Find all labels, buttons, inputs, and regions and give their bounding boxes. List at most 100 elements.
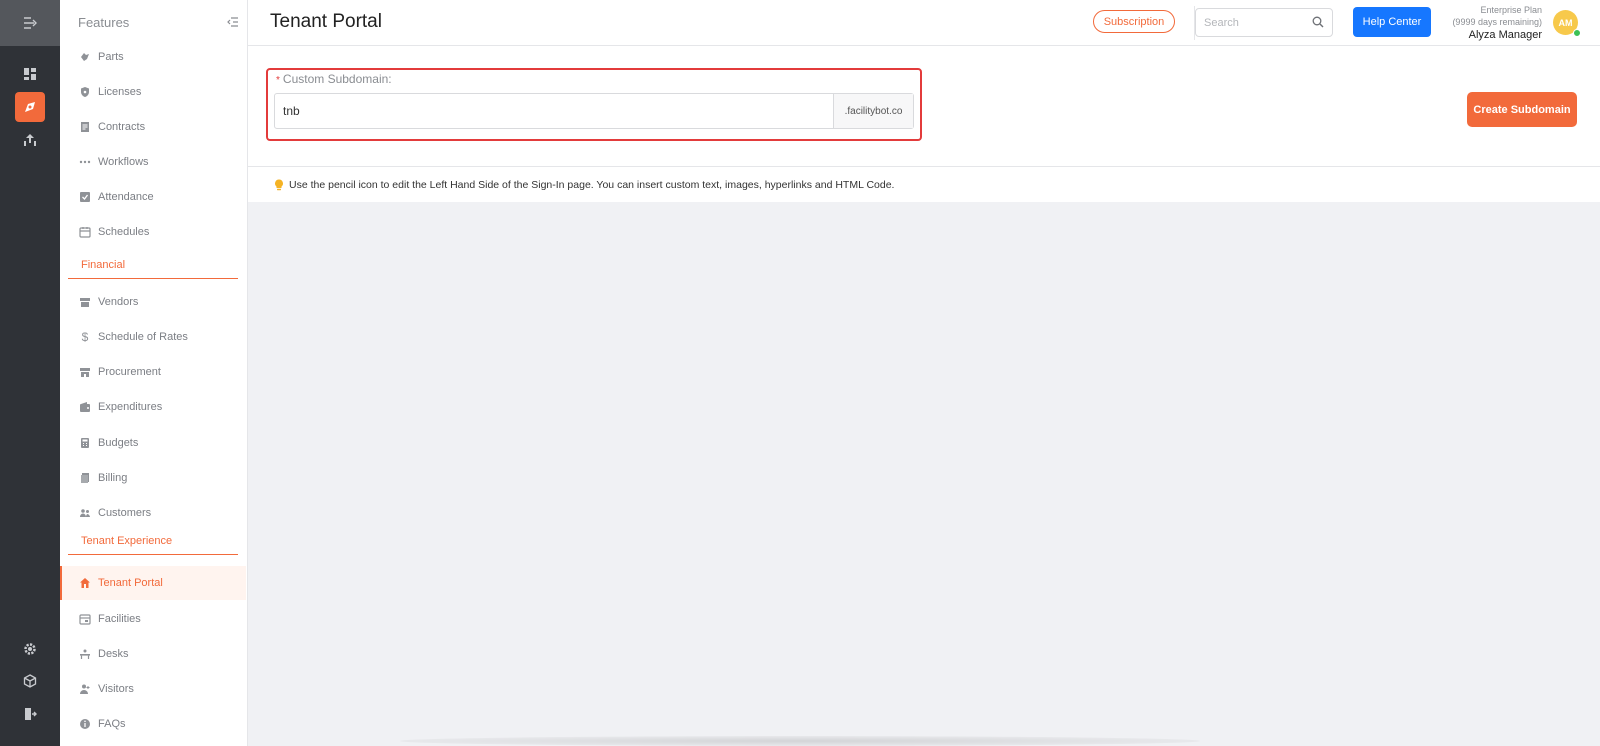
subdomain-field-highlight: *Custom Subdomain: .facilitybot.co — [266, 68, 922, 141]
features-icon — [25, 102, 35, 112]
features-header: Features — [60, 0, 247, 44]
sidebar-item-attendance[interactable]: Attendance — [60, 180, 246, 214]
required-marker: * — [276, 75, 280, 86]
sidebar-item-label: Billing — [98, 472, 128, 484]
visitor-icon — [78, 682, 92, 696]
sidebar-item-label: Tenant Portal — [98, 577, 163, 589]
top-header: Tenant Portal Subscription Help Center E… — [248, 0, 1600, 46]
search-box — [1195, 8, 1333, 37]
label-colon: : — [388, 72, 392, 86]
cube-icon — [23, 674, 37, 688]
shop-icon — [78, 365, 92, 379]
sidebar-item-schedule-of-rates[interactable]: $ Schedule of Rates — [60, 320, 246, 354]
lightbulb-icon — [274, 179, 284, 191]
tip-bar: Use the pencil icon to edit the Left Han… — [248, 167, 1600, 202]
home-icon — [78, 576, 92, 590]
billing-icon — [78, 471, 92, 485]
user-name: Alyza Manager — [1468, 29, 1542, 41]
facility-calendar-icon — [78, 612, 92, 626]
section-tenant-experience: Tenant Experience — [68, 535, 238, 555]
reports-icon — [24, 134, 36, 146]
sidebar-item-tenant-portal[interactable]: Tenant Portal — [60, 566, 246, 600]
rail-cube-button[interactable] — [15, 666, 45, 696]
sidebar-item-facilities[interactable]: Facilities — [60, 602, 246, 636]
calendar-icon — [78, 225, 92, 239]
domain-suffix: .facilitybot.co — [833, 94, 913, 128]
field-label: * Custom Subdomain: — [276, 72, 392, 86]
sidebar-item-label: Visitors — [98, 683, 134, 695]
sidebar-item-licenses[interactable]: Licenses — [60, 75, 246, 109]
sidebar-item-parts[interactable]: Parts — [60, 40, 246, 74]
dots-icon — [78, 155, 92, 169]
rail-logout-button[interactable] — [15, 699, 45, 729]
sidebar-item-contracts[interactable]: Contracts — [60, 110, 246, 144]
sidebar-item-label: Desks — [98, 648, 129, 660]
sidebar-item-schedules[interactable]: Schedules — [60, 215, 246, 249]
collapse-sidebar-icon[interactable] — [227, 17, 239, 27]
sidebar-item-billing[interactable]: Billing — [60, 461, 246, 495]
expand-menu-icon — [24, 17, 37, 29]
plan-name: Enterprise Plan — [1480, 5, 1542, 15]
wallet-icon — [78, 400, 92, 414]
sidebar-item-visitors[interactable]: Visitors — [60, 672, 246, 706]
rail-settings-button[interactable] — [15, 634, 45, 664]
desk-icon — [78, 647, 92, 661]
sidebar-item-vendors[interactable]: Vendors — [60, 285, 246, 319]
shield-icon — [78, 85, 92, 99]
sidebar-item-customers[interactable]: Customers — [60, 496, 246, 530]
sidebar-item-label: Vendors — [98, 296, 139, 308]
contract-icon — [78, 120, 92, 134]
search-icon[interactable] — [1312, 16, 1324, 31]
features-sidebar: Features Parts Licenses Contracts Workfl… — [60, 0, 248, 746]
subscription-button[interactable]: Subscription — [1093, 10, 1175, 33]
people-icon — [78, 506, 92, 520]
sidebar-item-label: Customers — [98, 507, 152, 519]
sidebar-item-label: Workflows — [98, 156, 149, 168]
bottom-shadow — [400, 736, 1200, 746]
sidebar-item-faqs[interactable]: FAQs — [60, 707, 246, 741]
tip-text: Use the pencil icon to edit the Left Han… — [289, 178, 895, 191]
rail-expand-button[interactable] — [0, 0, 60, 46]
online-status-dot — [1573, 29, 1581, 37]
calculator-icon — [78, 436, 92, 450]
sidebar-item-label: Procurement — [98, 366, 161, 378]
sidebar-item-label: Expenditures — [98, 401, 163, 413]
dollar-icon: $ — [81, 330, 89, 344]
rail-dashboard-button[interactable] — [15, 59, 45, 89]
subdomain-input-group: .facilitybot.co — [274, 93, 914, 129]
sidebar-item-procurement[interactable]: Procurement — [60, 355, 246, 389]
rail-features-button[interactable] — [15, 92, 45, 122]
store-icon — [78, 295, 92, 309]
sidebar-item-workflows[interactable]: Workflows — [60, 145, 246, 179]
subdomain-input[interactable] — [275, 94, 833, 128]
sidebar-item-desks[interactable]: Desks — [60, 637, 246, 671]
sidebar-item-expenditures[interactable]: Expenditures — [60, 390, 246, 424]
sidebar-item-label: Schedule of Rates — [98, 331, 188, 343]
sidebar-item-label: Contracts — [98, 121, 146, 133]
sidebar-item-label: Licenses — [98, 86, 142, 98]
sidebar-item-label: Attendance — [98, 191, 154, 203]
sidebar-item-label: Parts — [98, 51, 124, 63]
sidebar-item-label: FAQs — [98, 718, 126, 730]
sidebar-item-label: Schedules — [98, 226, 150, 238]
subdomain-panel: *Custom Subdomain: .facilitybot.co Creat… — [248, 46, 1600, 167]
page-title: Tenant Portal — [270, 11, 382, 32]
custom-subdomain-label: Custom Subdomain — [282, 72, 389, 86]
plan-remaining: (9999 days remaining) — [1452, 17, 1542, 27]
help-center-button[interactable]: Help Center — [1353, 7, 1431, 37]
app-rail — [0, 0, 60, 746]
plan-info: Enterprise Plan (9999 days remaining) Al… — [1452, 4, 1542, 41]
rail-reports-button[interactable] — [15, 125, 45, 155]
sidebar-item-label: Facilities — [98, 613, 141, 625]
dashboard-icon — [24, 68, 36, 80]
sidebar-item-budgets[interactable]: Budgets — [60, 426, 246, 460]
settings-icon — [24, 643, 36, 655]
section-financial: Financial — [68, 259, 238, 279]
parts-icon — [78, 50, 92, 64]
info-icon — [78, 717, 92, 731]
search-input[interactable] — [1196, 9, 1296, 36]
logout-icon — [25, 708, 37, 720]
features-title: Features — [78, 14, 130, 30]
create-subdomain-button[interactable]: Create Subdomain — [1467, 92, 1577, 127]
sidebar-item-label: Budgets — [98, 437, 139, 449]
